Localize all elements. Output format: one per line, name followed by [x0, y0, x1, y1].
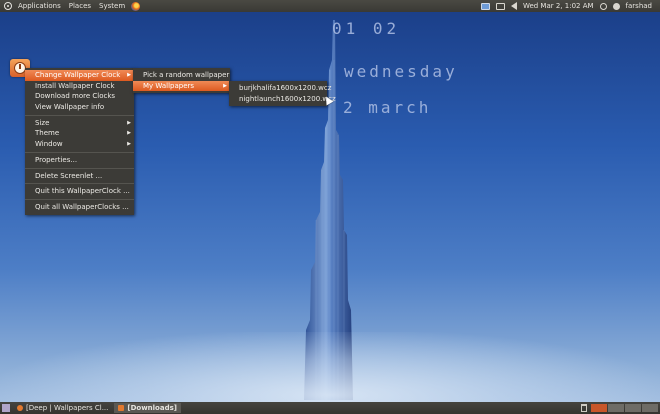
system-menu[interactable]: System [95, 2, 129, 10]
clock-date: 2 march [343, 98, 432, 117]
workspace-3[interactable] [625, 404, 641, 412]
menu-item-label: nightlaunch1600x1200.wcz [239, 94, 336, 103]
submenu-arrow-icon: ▶ [127, 141, 131, 148]
menu-item-wallpaper-file[interactable]: burjkhalifa1600x1200.wcz [229, 83, 331, 94]
menu-separator [25, 183, 134, 185]
ubuntu-logo-icon[interactable] [4, 2, 12, 10]
menu-item-label: Window [35, 140, 63, 149]
taskbar-item-downloads[interactable]: [Downloads] [114, 403, 181, 413]
menu-item-pick-random-wallpaper[interactable]: Pick a random wallpaper [133, 70, 230, 81]
change-wallpaper-submenu: Pick a random wallpaper My Wallpapers ▶ [133, 68, 230, 94]
menu-separator [25, 151, 134, 153]
workspace-4[interactable] [642, 404, 658, 412]
menu-item-label: My Wallpapers [143, 81, 195, 90]
submenu-arrow-icon: ▶ [127, 119, 131, 126]
task-label: [Downloads] [127, 404, 177, 412]
workspace-1[interactable] [591, 404, 607, 412]
top-panel: Applications Places System Wed Mar 2, 1:… [0, 0, 660, 12]
menu-item-label: Size [35, 118, 50, 127]
menu-item-delete-screenlet[interactable]: Delete Screenlet ... [25, 171, 134, 182]
bottom-panel: [Deep | Wallpapers Cl... [Downloads] [0, 402, 660, 414]
menu-item-size[interactable]: Size ▶ [25, 118, 134, 129]
cloud-layer [0, 332, 660, 402]
menu-item-label: burjkhalifa1600x1200.wcz [239, 84, 332, 92]
menu-item-label: Quit all WallpaperClocks ... [35, 202, 129, 211]
workspace-switcher [591, 404, 658, 412]
menu-item-window[interactable]: Window ▶ [25, 139, 134, 150]
show-desktop-icon[interactable] [2, 404, 10, 412]
user-icon[interactable] [612, 2, 620, 10]
screenlet-context-menu: Change Wallpaper Clock ▶ Install Wallpape… [25, 68, 134, 215]
menu-item-quit-this[interactable]: Quit this WallpaperClock ... [25, 186, 134, 197]
menu-item-view-wallpaper-info[interactable]: View Wallpaper info [25, 102, 134, 113]
menu-item-download-more-clocks[interactable]: Download more Clocks [25, 91, 134, 102]
menu-item-theme[interactable]: Theme ▶ [25, 128, 134, 139]
menu-item-properties[interactable]: Properties... [25, 155, 134, 166]
system-tray: Wed Mar 2, 1:02 AM farshad [480, 0, 652, 12]
menu-item-label: Download more Clocks [35, 92, 116, 101]
submenu-arrow-icon: ▶ [127, 72, 131, 78]
menu-item-label: View Wallpaper info [35, 103, 105, 112]
panel-clock[interactable]: Wed Mar 2, 1:02 AM [523, 2, 594, 10]
menu-item-label: Delete Screenlet ... [35, 171, 103, 180]
menu-item-label: Properties... [35, 155, 78, 164]
menu-separator [25, 167, 134, 169]
menu-item-label: Quit this WallpaperClock ... [35, 187, 130, 196]
places-menu[interactable]: Places [65, 2, 95, 10]
applications-menu[interactable]: Applications [14, 2, 65, 10]
menu-item-label: Theme [35, 129, 60, 138]
firefox-launcher-icon[interactable] [131, 1, 141, 11]
submenu-arrow-icon: ▶ [127, 130, 131, 137]
menu-separator [25, 198, 134, 200]
menu-separator [25, 114, 134, 116]
taskbar-item-browser[interactable]: [Deep | Wallpapers Cl... [13, 403, 112, 413]
workspace-2[interactable] [608, 404, 624, 412]
menu-item-install-wallpaper-clock[interactable]: Install Wallpaper Clock [25, 81, 134, 92]
my-wallpapers-submenu: burjkhalifa1600x1200.wcz nightlaunch1600… [229, 81, 336, 107]
submenu-arrow-icon: ▶ [223, 82, 227, 89]
user-name[interactable]: farshad [626, 2, 652, 10]
folder-icon [118, 405, 125, 411]
menu-item-change-wallpaper-clock[interactable]: Change Wallpaper Clock ▶ [25, 70, 134, 81]
menu-item-quit-all[interactable]: Quit all WallpaperClocks ... [25, 202, 134, 213]
firefox-icon [17, 405, 23, 411]
menu-item-label: Pick a random wallpaper [143, 71, 230, 79]
network-icon[interactable] [480, 2, 490, 10]
power-icon[interactable] [599, 2, 607, 10]
menu-item-wallpaper-file[interactable]: nightlaunch1600x1200.wcz [229, 94, 336, 105]
volume-icon[interactable] [510, 2, 517, 10]
clock-weekday: wednesday [344, 62, 458, 81]
menu-item-my-wallpapers[interactable]: My Wallpapers ▶ [133, 80, 230, 92]
clock-time: 01 02 [332, 19, 401, 38]
menu-item-label: Install Wallpaper Clock [35, 81, 115, 90]
mail-icon[interactable] [495, 2, 505, 10]
menu-item-label: Change Wallpaper Clock [35, 71, 121, 79]
trash-icon[interactable] [581, 404, 587, 412]
task-label: [Deep | Wallpapers Cl... [26, 404, 109, 412]
